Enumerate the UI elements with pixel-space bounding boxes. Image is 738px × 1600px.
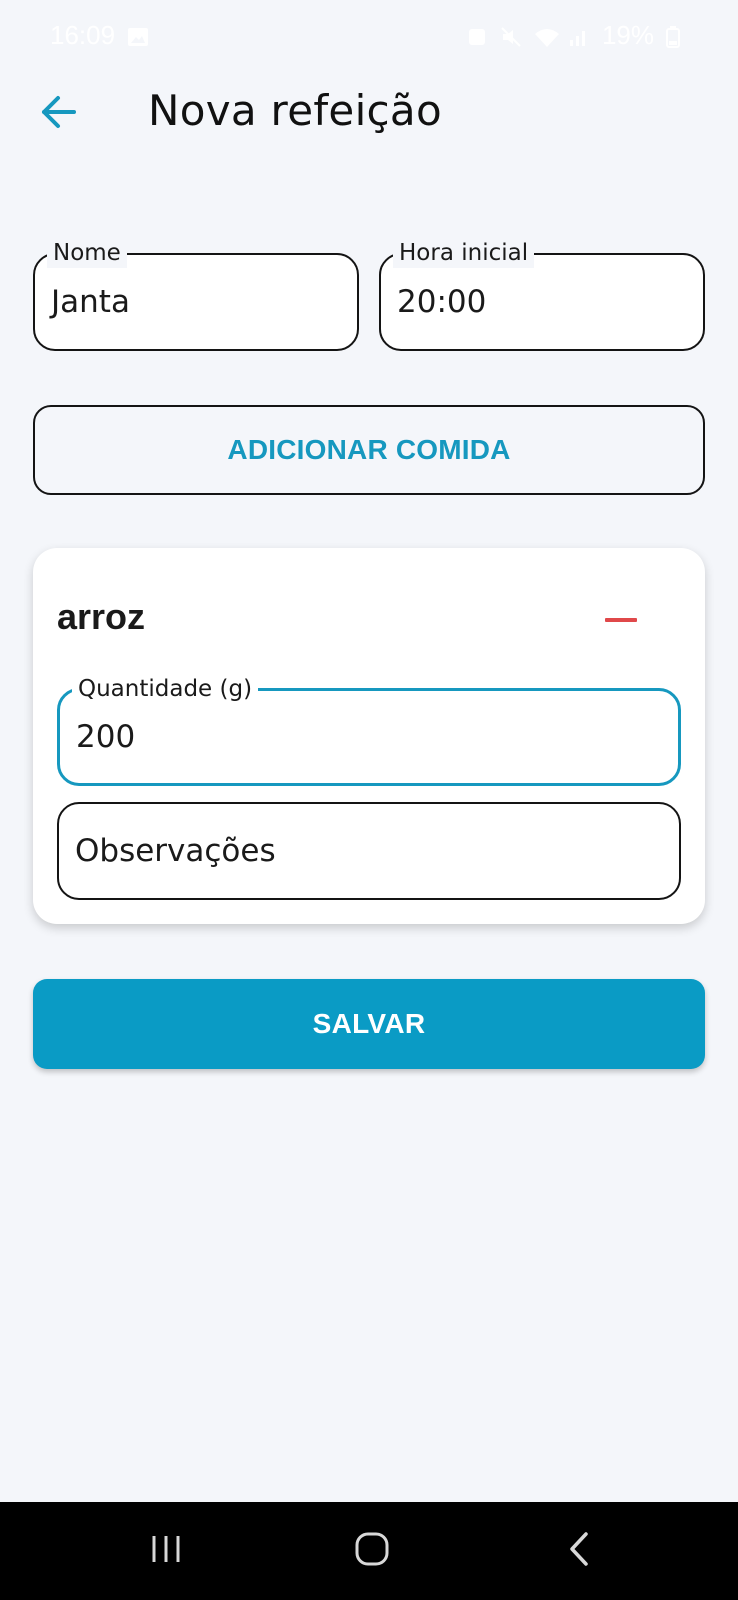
food-name: arroz [57,596,146,637]
status-right: 19% [466,20,688,51]
alarm-icon [466,24,488,46]
mute-icon [500,24,522,47]
arrow-left-icon [38,94,78,134]
start-time-field[interactable]: Hora inicial 20:00 [379,238,705,351]
recent-apps-icon [148,1533,184,1569]
add-food-button[interactable]: ADICIONAR COMIDA [33,405,705,495]
status-bar: 16:09 19% [0,0,738,70]
food-item-card: arroz Quantidade (g) 200 Observações [33,548,705,924]
back-button[interactable] [30,86,86,142]
image-icon [127,24,149,46]
notes-field[interactable]: Observações [57,802,681,900]
app-bar: Nova refeição [0,70,738,158]
status-battery-text: 19% [601,19,654,50]
navigation-bar [0,1502,738,1600]
notes-field-placeholder[interactable]: Observações [75,804,276,898]
status-left: 16:09 [50,20,149,51]
remove-food-button[interactable] [599,598,643,642]
signal-icon [568,24,590,46]
name-field-value[interactable]: Janta [51,255,130,349]
quantity-field-value[interactable]: 200 [76,691,135,783]
name-field[interactable]: Nome Janta [33,238,359,351]
recent-apps-button[interactable] [136,1526,196,1576]
wifi-icon [534,24,559,47]
save-button[interactable]: SALVAR [33,979,705,1069]
start-time-field-value[interactable]: 20:00 [397,255,486,349]
home-button[interactable] [342,1526,402,1576]
home-icon [354,1531,390,1571]
status-time: 16:09 [50,19,116,50]
back-nav-button[interactable] [550,1526,610,1576]
quantity-field[interactable]: Quantidade (g) 200 [57,674,681,786]
battery-icon [666,24,688,48]
minus-icon [605,618,637,622]
back-nav-icon [566,1531,594,1571]
page-title: Nova refeição [148,86,442,135]
